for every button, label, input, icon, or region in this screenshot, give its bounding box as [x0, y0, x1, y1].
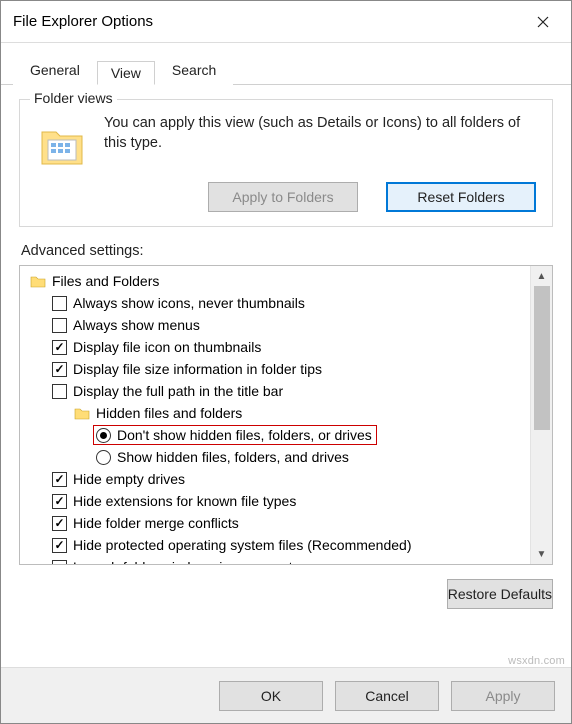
tree-check-item[interactable]: Display file size information in folder …: [22, 358, 528, 380]
tree-check-item[interactable]: Hide extensions for known file types: [22, 490, 528, 512]
scrollbar[interactable]: ▲ ▼: [530, 266, 552, 564]
tab-panel-view: Folder views You can apply this view (su…: [1, 85, 571, 619]
folder-views-group: Folder views You can apply this view (su…: [19, 99, 553, 227]
reset-folders-button[interactable]: Reset Folders: [386, 182, 536, 212]
tabstrip: General View Search: [1, 43, 571, 85]
tree-item-label: Launch folder windows in a separate proc…: [73, 559, 353, 565]
checkbox-icon: [52, 318, 67, 333]
titlebar: File Explorer Options: [1, 1, 571, 43]
tree-check-item[interactable]: Always show icons, never thumbnails: [22, 292, 528, 314]
tree-item-label: Hide protected operating system files (R…: [73, 537, 412, 553]
tree-item-label: Hide extensions for known file types: [73, 493, 296, 509]
scroll-up-arrow[interactable]: ▲: [531, 266, 553, 286]
checkbox-icon: [52, 362, 67, 377]
tree-item-label: Hide empty drives: [73, 471, 185, 487]
tree-item-label: Show hidden files, folders, and drives: [117, 449, 349, 465]
tree-check-item[interactable]: Launch folder windows in a separate proc…: [22, 556, 528, 565]
apply-to-folders-button[interactable]: Apply to Folders: [208, 182, 358, 212]
tree-item-label: Always show menus: [73, 317, 200, 333]
tree-item-label: Display the full path in the title bar: [73, 383, 283, 399]
tab-general[interactable]: General: [13, 55, 97, 85]
close-button[interactable]: [521, 6, 565, 38]
tree-check-item[interactable]: Hide empty drives: [22, 468, 528, 490]
checkbox-icon: [52, 516, 67, 531]
tab-view[interactable]: View: [97, 61, 155, 85]
radio-icon: [96, 450, 111, 465]
restore-defaults-button[interactable]: Restore Defaults: [447, 579, 553, 609]
apply-button[interactable]: Apply: [451, 681, 555, 711]
checkbox-icon: [52, 472, 67, 487]
radio-icon: [96, 428, 111, 443]
tree-check-item[interactable]: Always show menus: [22, 314, 528, 336]
folder-views-text: You can apply this view (such as Details…: [104, 114, 540, 153]
tree-check-item[interactable]: Hide folder merge conflicts: [22, 512, 528, 534]
tree-folder-hidden-files[interactable]: Hidden files and folders: [22, 402, 528, 424]
tree-root-files-and-folders[interactable]: Files and Folders: [22, 270, 528, 292]
close-icon: [537, 16, 549, 28]
tree-check-item[interactable]: Hide protected operating system files (R…: [22, 534, 528, 556]
advanced-settings-label: Advanced settings:: [21, 243, 553, 259]
checkbox-icon: [52, 560, 67, 566]
highlighted-option: Don't show hidden files, folders, or dri…: [93, 425, 377, 445]
checkbox-icon: [52, 296, 67, 311]
checkbox-icon: [52, 340, 67, 355]
scroll-thumb[interactable]: [534, 286, 550, 430]
tree-radio-item[interactable]: Show hidden files, folders, and drives: [22, 446, 528, 468]
tree-item-label: Hide folder merge conflicts: [73, 515, 239, 531]
tree-item-label: Always show icons, never thumbnails: [73, 295, 305, 311]
tree-item-label: Display file icon on thumbnails: [73, 339, 261, 355]
folder-views-icon: [38, 120, 86, 168]
scroll-down-arrow[interactable]: ▼: [531, 544, 553, 564]
window-title: File Explorer Options: [13, 13, 521, 30]
dialog-footer: OK Cancel Apply: [1, 667, 571, 723]
advanced-settings-tree[interactable]: Files and Folders Always show icons, neve…: [19, 265, 553, 565]
watermark: wsxdn.com: [508, 655, 565, 667]
cancel-button[interactable]: Cancel: [335, 681, 439, 711]
checkbox-icon: [52, 538, 67, 553]
tree-radio-item[interactable]: Don't show hidden files, folders, or dri…: [22, 424, 528, 446]
scroll-track[interactable]: [531, 286, 552, 544]
tree-item-label: Don't show hidden files, folders, or dri…: [117, 427, 372, 443]
checkbox-icon: [52, 384, 67, 399]
tree-check-item[interactable]: Display the full path in the title bar: [22, 380, 528, 402]
ok-button[interactable]: OK: [219, 681, 323, 711]
tab-search[interactable]: Search: [155, 55, 233, 85]
tree-content: Files and Folders Always show icons, neve…: [20, 266, 530, 564]
folder-views-legend: Folder views: [30, 90, 117, 106]
dialog-window: File Explorer Options General View Searc…: [0, 0, 572, 724]
tree-check-item[interactable]: Display file icon on thumbnails: [22, 336, 528, 358]
checkbox-icon: [52, 494, 67, 509]
tree-item-label: Display file size information in folder …: [73, 361, 322, 377]
